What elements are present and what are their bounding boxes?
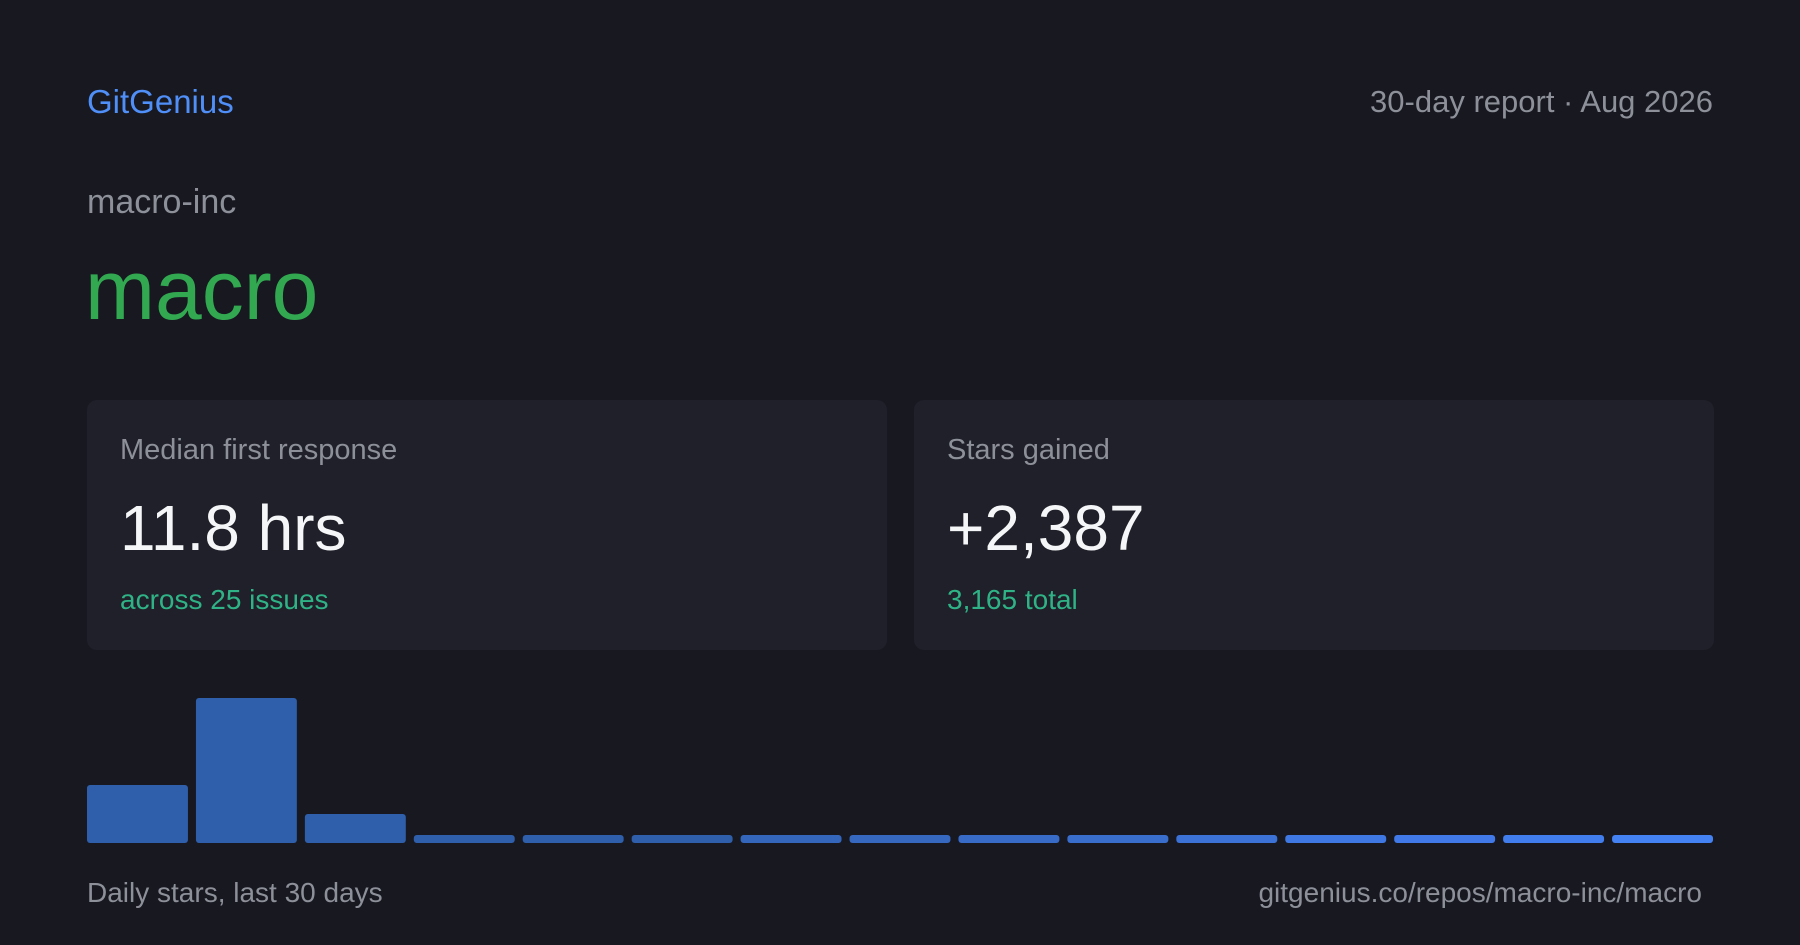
daily-stars-bar (195, 698, 297, 843)
daily-stars-bar (849, 835, 951, 843)
daily-stars-bar (631, 835, 733, 843)
daily-stars-bar (413, 835, 515, 843)
metric-subtext: 3,165 total (947, 584, 1078, 615)
daily-stars-bar (1394, 835, 1496, 843)
metric-card-stars-gained: Stars gained +2,387 3,165 total (914, 400, 1714, 650)
daily-stars-bar (87, 785, 188, 843)
daily-stars-bar (1285, 835, 1387, 843)
metric-label: Stars gained (947, 434, 1110, 466)
metric-label: Median first response (120, 434, 398, 466)
daily-stars-bar (522, 835, 624, 843)
daily-stars-chart (87, 680, 1713, 843)
daily-stars-bar (1067, 835, 1169, 843)
daily-stars-bar (740, 835, 842, 843)
repo-name: macro (85, 243, 319, 337)
metric-value: +2,387 (947, 492, 1145, 564)
metric-subtext: across 25 issues (120, 584, 329, 615)
repo-url[interactable]: gitgenius.co/repos/macro-inc/macro (1258, 873, 1702, 913)
chart-caption: Daily stars, last 30 days (87, 877, 383, 908)
report-period-label: 30-day report · Aug 2026 (1370, 84, 1713, 119)
daily-stars-bar (1612, 835, 1713, 843)
daily-stars-bar (304, 814, 406, 843)
repo-owner: macro-inc (87, 183, 237, 221)
daily-stars-bar (1176, 835, 1278, 843)
metric-card-median-first-response: Median first response 11.8 hrs across 25… (87, 400, 887, 650)
daily-stars-chart-svg (87, 698, 1713, 843)
daily-stars-bar (958, 835, 1060, 843)
daily-stars-bar (1503, 835, 1605, 843)
metric-value: 11.8 hrs (120, 492, 347, 564)
brand-logo[interactable]: GitGenius (87, 80, 234, 124)
